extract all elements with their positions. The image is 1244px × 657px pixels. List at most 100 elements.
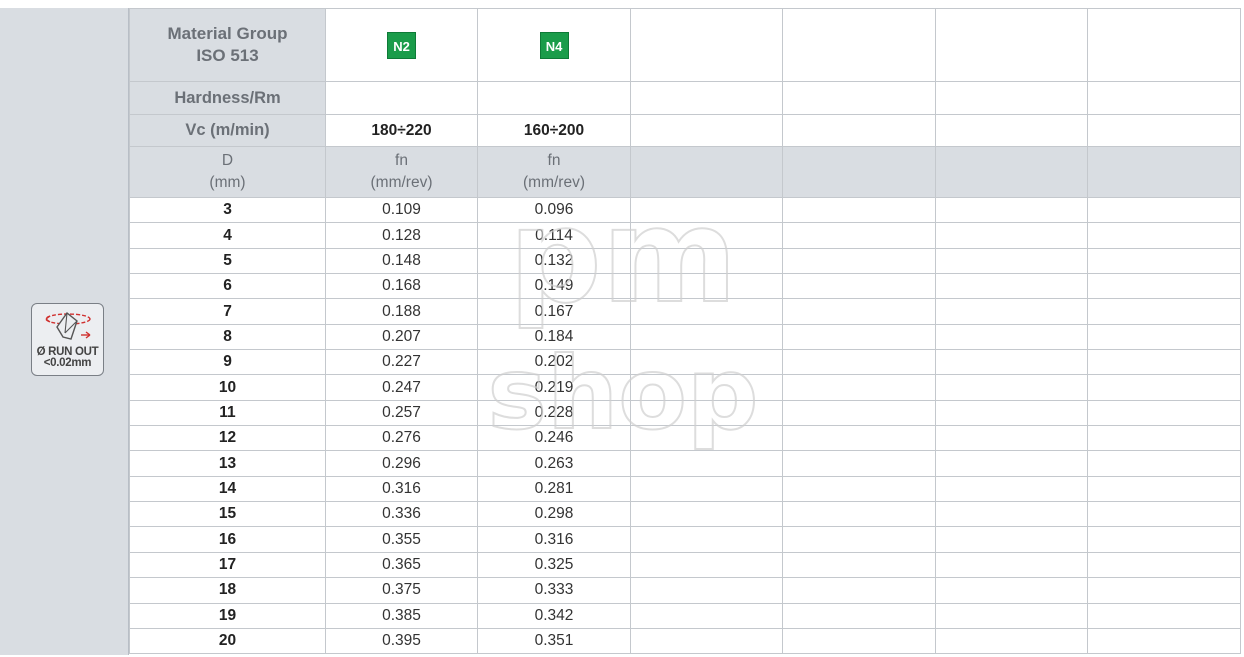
feed-n4-cell: 0.149: [477, 273, 631, 300]
diameter-cell: 7: [129, 298, 326, 325]
runout-tolerance: <0.02mm: [43, 357, 92, 369]
empty-cell: [1087, 425, 1241, 452]
empty-cell: [935, 323, 1088, 351]
feed-n4-cell: 0.316: [477, 526, 631, 553]
feed-n2-cell: 0.207: [325, 323, 478, 351]
diameter-cell: 16: [129, 526, 326, 553]
feed-n4-cell: 0.298: [477, 501, 631, 528]
material-tag-n4: N4: [539, 31, 569, 59]
empty-cell: [630, 222, 783, 249]
empty-cell: [782, 374, 936, 401]
empty-cell: [935, 551, 1088, 579]
diameter-cell: 10: [129, 374, 326, 401]
empty-cell: [782, 222, 936, 249]
empty-cell: [782, 247, 936, 275]
table-row: 12 0.276 0.246: [129, 425, 1241, 452]
feed-n4-cell: 0.246: [477, 425, 631, 452]
diameter-cell: 5: [129, 247, 326, 275]
fn-label: fn: [547, 152, 561, 169]
empty-cell: [935, 81, 1088, 115]
feed-n2-cell: 0.168: [325, 273, 478, 300]
material-group-label: Material Group: [167, 24, 288, 43]
empty-cell: [935, 247, 1088, 275]
table-row: 6 0.168 0.149: [129, 273, 1241, 300]
feed-n4-cell: 0.132: [477, 247, 631, 275]
empty-cell: [630, 399, 783, 427]
material-n4-cell: N4: [477, 8, 631, 82]
empty-cell: [1087, 399, 1241, 427]
empty-cell: [630, 501, 783, 528]
diameter-cell: 17: [129, 551, 326, 579]
empty-cell: [1087, 81, 1241, 115]
empty-cell: [782, 114, 936, 147]
diameter-cell: 6: [129, 273, 326, 300]
feed-n2-cell: 0.375: [325, 577, 478, 604]
feed-n2-cell: 0.336: [325, 501, 478, 528]
feed-n4-cell: 0.281: [477, 475, 631, 503]
empty-cell: [935, 475, 1088, 503]
diameter-cell: 12: [129, 425, 326, 452]
empty-cell: [935, 8, 1088, 82]
empty-cell: [935, 450, 1088, 477]
empty-cell: [1087, 577, 1241, 604]
empty-cell: [782, 273, 936, 300]
feed-n2-cell: 0.296: [325, 450, 478, 477]
feed-n2-cell: 0.148: [325, 247, 478, 275]
feed-n2-cell: 0.247: [325, 374, 478, 401]
empty-cell: [782, 349, 936, 376]
table-row: 17 0.365 0.325: [129, 551, 1241, 579]
diameter-cell: 3: [129, 196, 326, 224]
empty-cell: [630, 475, 783, 503]
diameter-cell: 15: [129, 501, 326, 528]
empty-cell: [1087, 196, 1241, 224]
empty-cell: [935, 298, 1088, 325]
empty-cell: [1087, 526, 1241, 553]
empty-cell: [1087, 273, 1241, 300]
table-row: 3 0.109 0.096: [129, 196, 1241, 224]
empty-cell: [630, 349, 783, 376]
empty-cell: [1087, 475, 1241, 503]
table-row: 13 0.296 0.263: [129, 450, 1241, 477]
diameter-cell: 19: [129, 602, 326, 629]
empty-cell: [935, 146, 1088, 198]
diameter-cell: 4: [129, 222, 326, 249]
feed-n4-cell: 0.342: [477, 602, 631, 629]
feed-n4-cell: 0.351: [477, 627, 631, 655]
empty-cell: [1087, 8, 1241, 82]
feed-n4-cell: 0.228: [477, 399, 631, 427]
empty-cell: [630, 551, 783, 579]
fn-unit: (mm/rev): [523, 174, 585, 191]
empty-cell: [782, 146, 936, 198]
empty-cell: [935, 627, 1088, 655]
d-header: D (mm): [129, 146, 326, 198]
empty-cell: [630, 196, 783, 224]
feed-n2-cell: 0.316: [325, 475, 478, 503]
empty-cell: [935, 602, 1088, 629]
diameter-cell: 11: [129, 399, 326, 427]
fn-label: fn: [395, 152, 408, 169]
diameter-cell: 14: [129, 475, 326, 503]
empty-cell: [782, 81, 936, 115]
empty-cell: [782, 627, 936, 655]
empty-cell: [782, 577, 936, 604]
empty-cell: [782, 551, 936, 579]
empty-cell: [630, 526, 783, 553]
empty-cell: [1087, 602, 1241, 629]
diameter-cell: 8: [129, 323, 326, 351]
feed-n2-cell: 0.128: [325, 222, 478, 249]
empty-cell: [1087, 222, 1241, 249]
table-row: 7 0.188 0.167: [129, 298, 1241, 325]
table-row: 16 0.355 0.316: [129, 526, 1241, 553]
empty-cell: [1087, 501, 1241, 528]
empty-cell: [630, 425, 783, 452]
feed-n2-cell: 0.395: [325, 627, 478, 655]
fn-header-n2: fn (mm/rev): [325, 146, 478, 198]
table-row: 18 0.375 0.333: [129, 577, 1241, 604]
empty-cell: [630, 273, 783, 300]
empty-cell: [630, 323, 783, 351]
empty-cell: [782, 8, 936, 82]
table-row: 19 0.385 0.342: [129, 602, 1241, 629]
empty-cell: [630, 298, 783, 325]
empty-cell: [630, 577, 783, 604]
feed-n4-cell: 0.114: [477, 222, 631, 249]
